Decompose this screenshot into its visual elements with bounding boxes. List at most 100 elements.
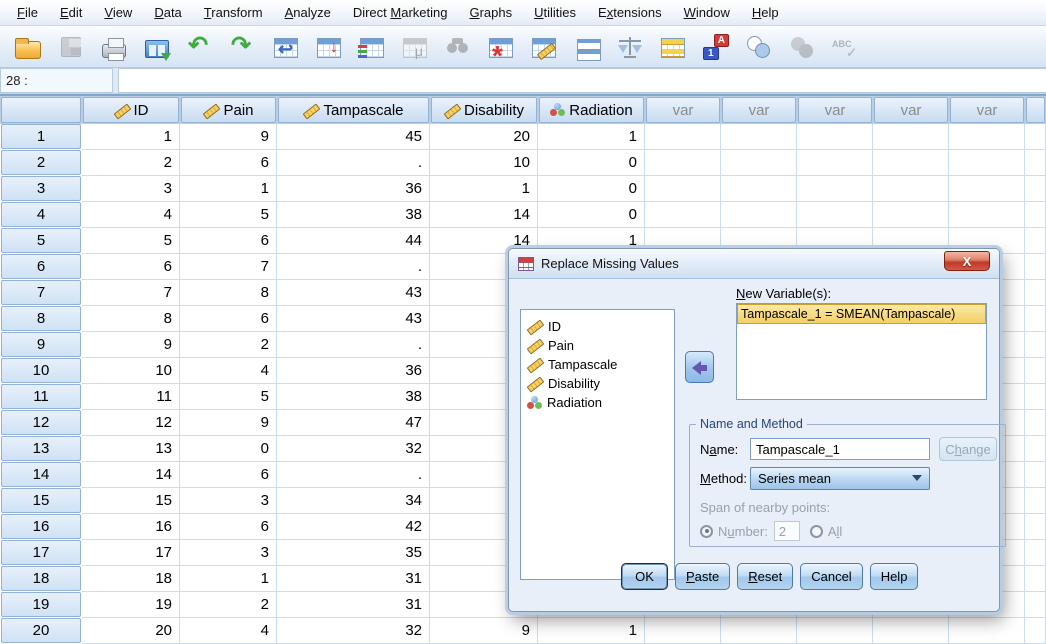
cell[interactable]: 7 [180, 254, 277, 280]
column-header-var[interactable]: var [798, 97, 872, 123]
cell[interactable]: 18 [82, 566, 180, 592]
dialog-title-bar[interactable]: Replace Missing Values X [509, 249, 999, 279]
cell[interactable]: . [277, 150, 430, 176]
row-header-13[interactable]: 13 [1, 436, 81, 461]
cell[interactable]: 3 [180, 488, 277, 514]
cell[interactable]: 7 [82, 280, 180, 306]
insert-variable-button[interactable] [524, 29, 564, 65]
select-cases-button[interactable] [653, 29, 693, 65]
variable-item-radiation[interactable]: Radiation [521, 393, 674, 412]
column-header-var[interactable]: var [722, 97, 796, 123]
cell[interactable]: 5 [180, 384, 277, 410]
row-header-7[interactable]: 7 [1, 280, 81, 305]
cell[interactable]: 14 [82, 462, 180, 488]
menu-help[interactable]: Help [741, 1, 790, 24]
cell[interactable] [797, 150, 873, 176]
cell[interactable] [645, 202, 721, 228]
value-labels-button[interactable] [696, 29, 736, 65]
cell[interactable]: 0 [538, 202, 645, 228]
cell[interactable] [949, 124, 1025, 150]
cell[interactable] [949, 202, 1025, 228]
cell[interactable]: 45 [277, 124, 430, 150]
column-header-tampascale[interactable]: Tampascale [278, 97, 429, 123]
undo-button[interactable] [180, 29, 220, 65]
row-header-5[interactable]: 5 [1, 228, 81, 253]
column-header-pain[interactable]: Pain [181, 97, 276, 123]
close-button[interactable]: X [944, 251, 990, 271]
column-header-radiation[interactable]: Radiation [539, 97, 644, 123]
cell[interactable]: 43 [277, 306, 430, 332]
cell[interactable]: 32 [277, 436, 430, 462]
menu-direct-marketing[interactable]: Direct Marketing [342, 1, 459, 24]
menu-data[interactable]: Data [143, 1, 192, 24]
cell[interactable]: 6 [82, 254, 180, 280]
cell[interactable]: 0 [180, 436, 277, 462]
cell[interactable]: 34 [277, 488, 430, 514]
row-header-1[interactable]: 1 [1, 124, 81, 149]
cell[interactable]: 17 [82, 540, 180, 566]
cell[interactable]: 2 [180, 332, 277, 358]
cell[interactable]: 6 [180, 462, 277, 488]
cell[interactable]: 38 [277, 384, 430, 410]
cell[interactable]: 36 [277, 358, 430, 384]
cell[interactable] [949, 150, 1025, 176]
column-header-var[interactable]: var [950, 97, 1024, 123]
row-header-6[interactable]: 6 [1, 254, 81, 279]
cell[interactable]: 31 [277, 592, 430, 618]
paste-button[interactable]: Paste [675, 563, 730, 590]
cell[interactable]: 32 [277, 618, 430, 644]
cell[interactable]: 31 [277, 566, 430, 592]
reset-button[interactable]: Reset [737, 563, 793, 590]
menu-window[interactable]: Window [673, 1, 741, 24]
cell[interactable]: 4 [180, 358, 277, 384]
cell[interactable]: 9 [82, 332, 180, 358]
row-header-10[interactable]: 10 [1, 358, 81, 383]
menu-graphs[interactable]: Graphs [458, 1, 523, 24]
cell[interactable]: 6 [180, 306, 277, 332]
cell[interactable]: 1 [430, 176, 538, 202]
variable-item-id[interactable]: ID [521, 317, 674, 336]
row-header-8[interactable]: 8 [1, 306, 81, 331]
cell[interactable]: 9 [430, 618, 538, 644]
cell[interactable]: 5 [180, 202, 277, 228]
recall-dialogs-button[interactable] [137, 29, 177, 65]
cell[interactable]: 6 [180, 150, 277, 176]
row-header-17[interactable]: 17 [1, 540, 81, 565]
row-header-4[interactable]: 4 [1, 202, 81, 227]
column-header-var[interactable]: var [874, 97, 948, 123]
row-header-20[interactable]: 20 [1, 618, 81, 643]
cell[interactable]: 9 [180, 410, 277, 436]
variables-button[interactable] [352, 29, 392, 65]
cell[interactable] [645, 150, 721, 176]
cell[interactable]: 44 [277, 228, 430, 254]
cell[interactable]: 19 [82, 592, 180, 618]
cell[interactable]: 0 [538, 176, 645, 202]
name-input[interactable] [750, 438, 930, 460]
redo-button[interactable] [223, 29, 263, 65]
cell[interactable]: 1 [180, 176, 277, 202]
cell[interactable] [721, 618, 797, 644]
row-header-2[interactable]: 2 [1, 150, 81, 175]
method-dropdown[interactable]: Series mean [750, 467, 930, 490]
cell[interactable] [949, 176, 1025, 202]
cell[interactable]: 14 [430, 202, 538, 228]
cell[interactable] [645, 124, 721, 150]
cell[interactable]: . [277, 254, 430, 280]
move-variable-button[interactable] [685, 351, 714, 383]
cell-editor-input[interactable] [118, 68, 1046, 93]
cell[interactable]: 1 [180, 566, 277, 592]
row-header-3[interactable]: 3 [1, 176, 81, 201]
cell[interactable]: 43 [277, 280, 430, 306]
row-header-14[interactable]: 14 [1, 462, 81, 487]
cell[interactable]: 38 [277, 202, 430, 228]
variable-item-disability[interactable]: Disability [521, 374, 674, 393]
cell[interactable]: 0 [538, 150, 645, 176]
cell[interactable]: 6 [180, 228, 277, 254]
cell[interactable]: 12 [82, 410, 180, 436]
menu-extensions[interactable]: Extensions [587, 1, 673, 24]
insert-cases-button[interactable] [481, 29, 521, 65]
cell[interactable]: 35 [277, 540, 430, 566]
cell[interactable]: 2 [180, 592, 277, 618]
cell[interactable] [721, 150, 797, 176]
cell[interactable] [797, 124, 873, 150]
